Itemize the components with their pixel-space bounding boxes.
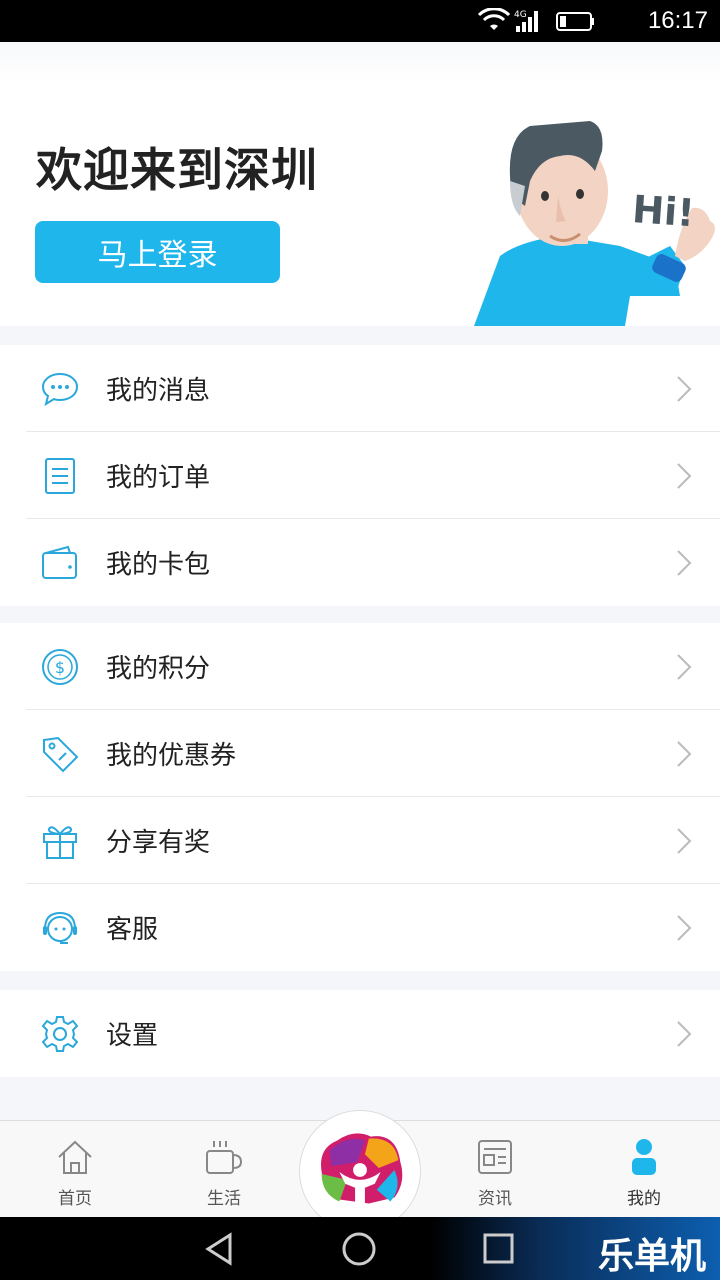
menu-item-label: 我的优惠券 — [106, 741, 237, 771]
newspaper-icon — [478, 1140, 512, 1174]
chevron-right-icon — [677, 741, 692, 767]
menu-item-label: 客服 — [106, 915, 159, 945]
chevron-right-icon — [677, 654, 692, 680]
coffee-cup-icon — [206, 1141, 243, 1174]
menu-item-label: 我的卡包 — [106, 550, 211, 580]
center-logo-button[interactable] — [299, 1110, 421, 1232]
menu-group-1: 我的消息 我的订单 我的卡包 — [0, 345, 720, 606]
menu-item-orders[interactable]: 我的订单 — [26, 432, 720, 519]
chevron-right-icon — [677, 915, 692, 941]
tab-home[interactable]: 首页 — [15, 1121, 135, 1218]
menu-item-settings[interactable]: 设置 — [26, 990, 720, 1077]
chevron-right-icon — [677, 463, 692, 489]
system-navigation-bar: 乐单机 — [0, 1217, 720, 1280]
status-icons: 4G — [477, 8, 594, 32]
tab-label: 资讯 — [478, 1189, 512, 1209]
recents-icon[interactable] — [482, 1232, 516, 1266]
profile-header: 欢迎来到深圳 马上登录 Hi! — [0, 42, 720, 326]
person-icon — [632, 1139, 656, 1175]
mascot-illustration: Hi! — [474, 121, 715, 326]
welcome-title: 欢迎来到深圳 — [36, 143, 318, 197]
menu-item-cards[interactable]: 我的卡包 — [26, 519, 720, 606]
chevron-right-icon — [677, 550, 692, 576]
tab-label: 生活 — [207, 1189, 241, 1209]
tag-icon — [43, 736, 79, 773]
menu-item-label: 我的订单 — [106, 463, 211, 493]
network-type-label: 4G — [514, 10, 527, 20]
tab-news[interactable]: 资讯 — [435, 1121, 555, 1218]
menu-item-messages[interactable]: 我的消息 — [26, 345, 720, 432]
menu-item-label: 设置 — [106, 1021, 159, 1051]
menu-group-2: $ 我的积分 我的优惠券 分享有奖 客服 — [0, 623, 720, 971]
gift-icon — [43, 826, 77, 859]
tab-mine[interactable]: 我的 — [584, 1121, 704, 1218]
tab-label: 我的 — [627, 1189, 661, 1209]
chat-bubble-icon — [41, 372, 79, 407]
menu-group-3: 设置 — [0, 990, 720, 1077]
tab-label: 首页 — [58, 1189, 92, 1209]
battery-icon — [556, 12, 594, 31]
login-button[interactable]: 马上登录 — [35, 221, 280, 283]
document-icon — [45, 458, 75, 494]
back-icon[interactable] — [200, 1232, 240, 1266]
hi-text: Hi! — [631, 187, 696, 235]
svg-text:$: $ — [55, 658, 65, 677]
city-logo-icon — [320, 1133, 403, 1214]
gear-icon — [41, 1016, 79, 1052]
menu-item-points[interactable]: $ 我的积分 — [26, 623, 720, 710]
chevron-right-icon — [677, 1021, 692, 1047]
status-bar: 4G 16:17 — [0, 0, 720, 42]
chevron-right-icon — [677, 376, 692, 402]
coin-icon: $ — [42, 649, 78, 685]
menu-item-label: 我的积分 — [106, 654, 211, 684]
menu-item-label: 分享有奖 — [106, 828, 211, 858]
menu-item-coupons[interactable]: 我的优惠券 — [26, 710, 720, 797]
wifi-icon — [477, 8, 511, 30]
watermark-logo: 乐单机 — [597, 1236, 706, 1277]
menu-item-customer-service[interactable]: 客服 — [26, 884, 720, 971]
home-icon — [58, 1140, 92, 1174]
headset-icon — [43, 911, 77, 944]
home-circle-icon[interactable] — [340, 1230, 378, 1268]
tab-life[interactable]: 生活 — [164, 1121, 284, 1218]
wallet-icon — [42, 545, 77, 579]
chevron-right-icon — [677, 828, 692, 854]
clock: 16:17 — [647, 7, 708, 34]
menu-item-label: 我的消息 — [106, 376, 211, 406]
menu-item-share-reward[interactable]: 分享有奖 — [26, 797, 720, 884]
